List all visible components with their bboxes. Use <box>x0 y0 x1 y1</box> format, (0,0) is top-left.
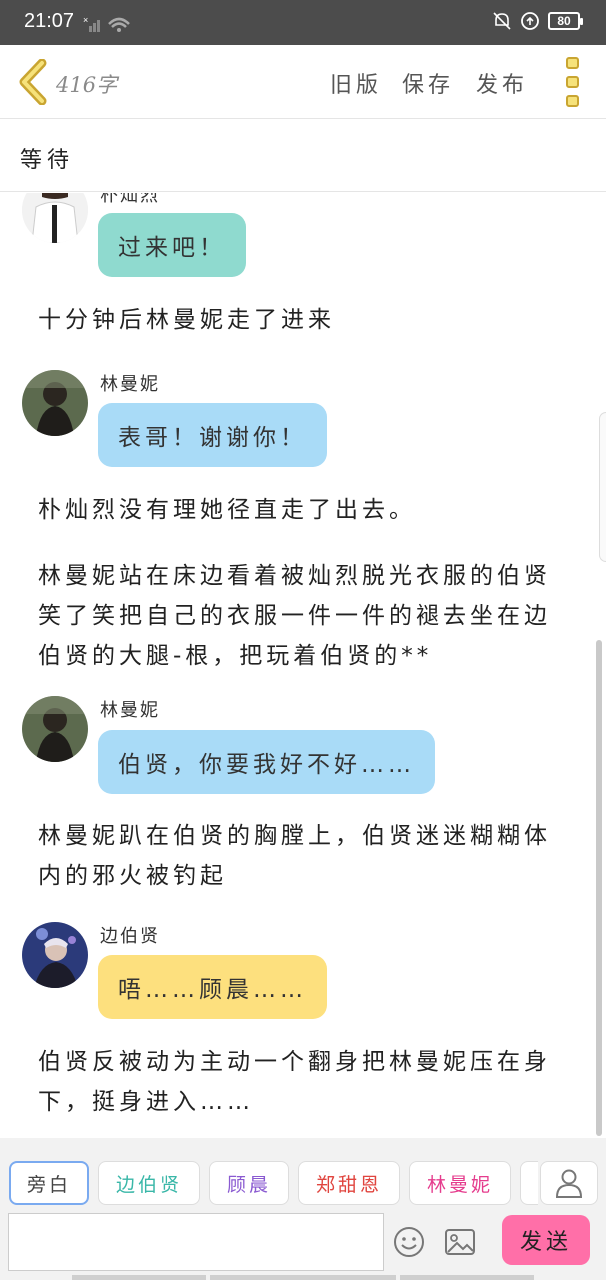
character-chip-overflow[interactable] <box>520 1161 538 1205</box>
dialog-bubble[interactable]: 过来吧！ <box>98 213 246 277</box>
word-count: 416字 <box>56 73 118 97</box>
character-chip-label: 旁白 <box>26 1173 71 1196</box>
emoji-icon[interactable] <box>393 1226 425 1258</box>
svg-text:×: × <box>83 15 88 25</box>
composer-panel: 旁白 边伯贤 顾晨 郑甜恩 林曼妮 发送 <box>0 1138 606 1280</box>
avatar-chanyeol <box>22 193 88 243</box>
narration-text[interactable]: 十分钟后林曼妮走了进来 <box>38 300 568 340</box>
dialog-bubble[interactable]: 唔……顾晨…… <box>98 955 327 1019</box>
save-button[interactable]: 保存 <box>402 67 454 99</box>
speaker-name: 林曼妮 <box>100 700 160 721</box>
character-chip-zhengtianen[interactable]: 郑甜恩 <box>298 1161 400 1205</box>
narration-text[interactable]: 林曼妮站在床边看着被灿烈脱光衣服的伯贤笑了笑把自己的衣服一件一件的褪去坐在边伯贤… <box>38 556 568 676</box>
image-icon[interactable] <box>444 1228 476 1256</box>
character-chip-label: 顾晨 <box>226 1173 271 1196</box>
character-chip-baekhyun[interactable]: 边伯贤 <box>98 1161 200 1205</box>
speaker-name: 边伯贤 <box>100 926 160 947</box>
nav-bar-segment <box>210 1275 396 1280</box>
character-chip-label: 郑甜恩 <box>315 1173 382 1196</box>
title-row[interactable]: 等待 <box>0 120 606 192</box>
more-menu-icon[interactable] <box>566 57 580 107</box>
back-arrow-icon[interactable] <box>16 59 48 105</box>
editor-toolbar: 416字 旧版 保存 发布 <box>0 45 606 119</box>
character-chip-label: 边伯贤 <box>115 1173 182 1196</box>
scrollbar[interactable] <box>596 640 602 1136</box>
battery-icon: 80 <box>548 12 583 30</box>
dialog-bubble[interactable]: 表哥！谢谢你！ <box>98 403 327 467</box>
character-chip-manni[interactable]: 林曼妮 <box>409 1161 511 1205</box>
send-button[interactable]: 发送 <box>502 1215 590 1265</box>
story-content[interactable]: 朴灿烈 过来吧！ 十分钟后林曼妮走了进来 林曼妮 表哥！谢谢你！ 朴灿烈没有理她… <box>0 193 606 1137</box>
narration-text[interactable]: 伯贤反被动为主动一个翻身把林曼妮压在身下，挺身进入…… <box>38 1042 568 1122</box>
character-chip-narrator[interactable]: 旁白 <box>9 1161 89 1205</box>
avatar-manni <box>22 696 88 762</box>
narration-text[interactable]: 林曼妮趴在伯贤的胸膛上，伯贤迷迷糊糊体内的邪火被钓起 <box>38 816 568 896</box>
side-drawer-handle[interactable] <box>599 412 606 562</box>
dialog-bubble[interactable]: 伯贤，你要我好不好…… <box>98 730 435 794</box>
nav-bar-segment <box>400 1275 534 1280</box>
speaker-name: 朴灿烈 <box>100 193 160 206</box>
nav-bar-segment <box>72 1275 206 1280</box>
manage-characters-button[interactable] <box>540 1161 598 1205</box>
character-chip-label: 林曼妮 <box>426 1173 493 1196</box>
message-input[interactable] <box>8 1213 384 1271</box>
avatar-baekhyun <box>22 922 88 988</box>
person-icon <box>555 1169 583 1198</box>
status-time: 21:07 <box>24 10 75 32</box>
mute-bell-icon <box>493 12 511 30</box>
data-saver-icon <box>521 12 539 30</box>
publish-button[interactable]: 发布 <box>476 67 528 99</box>
old-version-button[interactable]: 旧版 <box>330 67 382 99</box>
status-bar: 21:07 × 80 <box>0 0 606 45</box>
story-title[interactable]: 等待 <box>20 142 74 174</box>
signal-icon: × <box>83 15 130 32</box>
speaker-name: 林曼妮 <box>100 374 160 395</box>
narration-text[interactable]: 朴灿烈没有理她径直走了出去。 <box>38 490 568 530</box>
avatar-manni <box>22 370 88 436</box>
character-chip-guchen[interactable]: 顾晨 <box>209 1161 289 1205</box>
